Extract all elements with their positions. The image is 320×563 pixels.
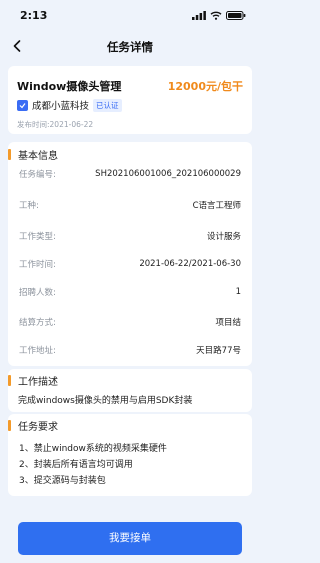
info-row: 结算方式: 项目结 [19, 315, 241, 329]
requirements-card: 任务要求 1、禁止window系统的视频采集硬件 2、封装后所有语言均可调用 3… [8, 414, 252, 496]
job-summary-card: Window摄像头管理 12000元/包干 成都小蓝科技 已认证 发布时间:20… [8, 66, 252, 134]
info-row: 工作时间: 2021-06-22/2021-06-30 [19, 257, 241, 271]
info-row: 招聘人数: 1 [19, 285, 241, 299]
status-icons [192, 11, 246, 20]
info-label: 结算方式: [19, 318, 56, 328]
info-value: SH202106001006_202106000029 [95, 169, 241, 179]
info-label: 工种: [19, 201, 39, 211]
company-row: 成都小蓝科技 已认证 [17, 98, 122, 112]
info-value: 项目结 [215, 318, 241, 328]
description-card: 工作描述 完成windows摄像头的禁用与启用SDK封装 [8, 369, 252, 412]
company-name: 成都小蓝科技 [32, 101, 90, 112]
basic-info-card: 基本信息 任务编号: SH202106001006_202106000029 工… [8, 142, 252, 366]
info-label: 工作类型: [19, 232, 56, 242]
publish-date: 发布时间:2021-06-22 [17, 120, 94, 129]
info-row: 工作地址: 天目路77号 [19, 343, 241, 357]
section-marker [8, 375, 11, 386]
info-label: 任务编号: [19, 170, 56, 180]
status-time: 2:13 [20, 9, 48, 22]
info-value: 2021-06-22/2021-06-30 [139, 259, 241, 269]
info-value: 设计服务 [206, 232, 241, 242]
info-row: 工种: C语言工程师 [19, 198, 241, 212]
wifi-icon [210, 11, 222, 20]
section-marker [8, 420, 11, 431]
section-title: 任务要求 [18, 422, 58, 433]
status-bar: 2:13 [0, 0, 260, 30]
description-header: 工作描述 [8, 373, 58, 388]
description-text: 完成windows摄像头的禁用与启用SDK封装 [18, 396, 193, 406]
info-label: 招聘人数: [19, 288, 56, 298]
battery-icon [226, 11, 246, 20]
company-logo-icon [17, 99, 28, 111]
info-row: 任务编号: SH202106001006_202106000029 [19, 167, 241, 181]
info-value: 1 [235, 287, 241, 297]
job-salary: 12000元/包干 [167, 80, 243, 93]
section-title: 基本信息 [18, 151, 58, 162]
job-title: Window摄像头管理 [17, 80, 122, 93]
nav-bar: 任务详情 [0, 30, 260, 64]
requirement-item: 1、禁止window系统的视频采集硬件 [19, 444, 167, 454]
requirement-item: 2、封装后所有语言均可调用 [19, 460, 133, 470]
section-marker [8, 149, 11, 160]
info-row: 工作类型: 设计服务 [19, 229, 241, 243]
basic-info-header: 基本信息 [8, 147, 58, 162]
accept-order-button[interactable]: 我要接单 [18, 522, 242, 555]
requirement-item: 3、提交源码与封装包 [19, 476, 106, 486]
section-title: 工作描述 [18, 377, 58, 388]
signal-icon [192, 11, 206, 20]
info-value: 天目路77号 [196, 346, 241, 356]
info-value: C语言工程师 [192, 201, 241, 211]
page-title: 任务详情 [107, 40, 153, 54]
info-label: 工作时间: [19, 260, 56, 270]
verified-badge: 已认证 [93, 98, 122, 112]
info-label: 工作地址: [19, 346, 56, 356]
requirements-header: 任务要求 [8, 418, 58, 433]
